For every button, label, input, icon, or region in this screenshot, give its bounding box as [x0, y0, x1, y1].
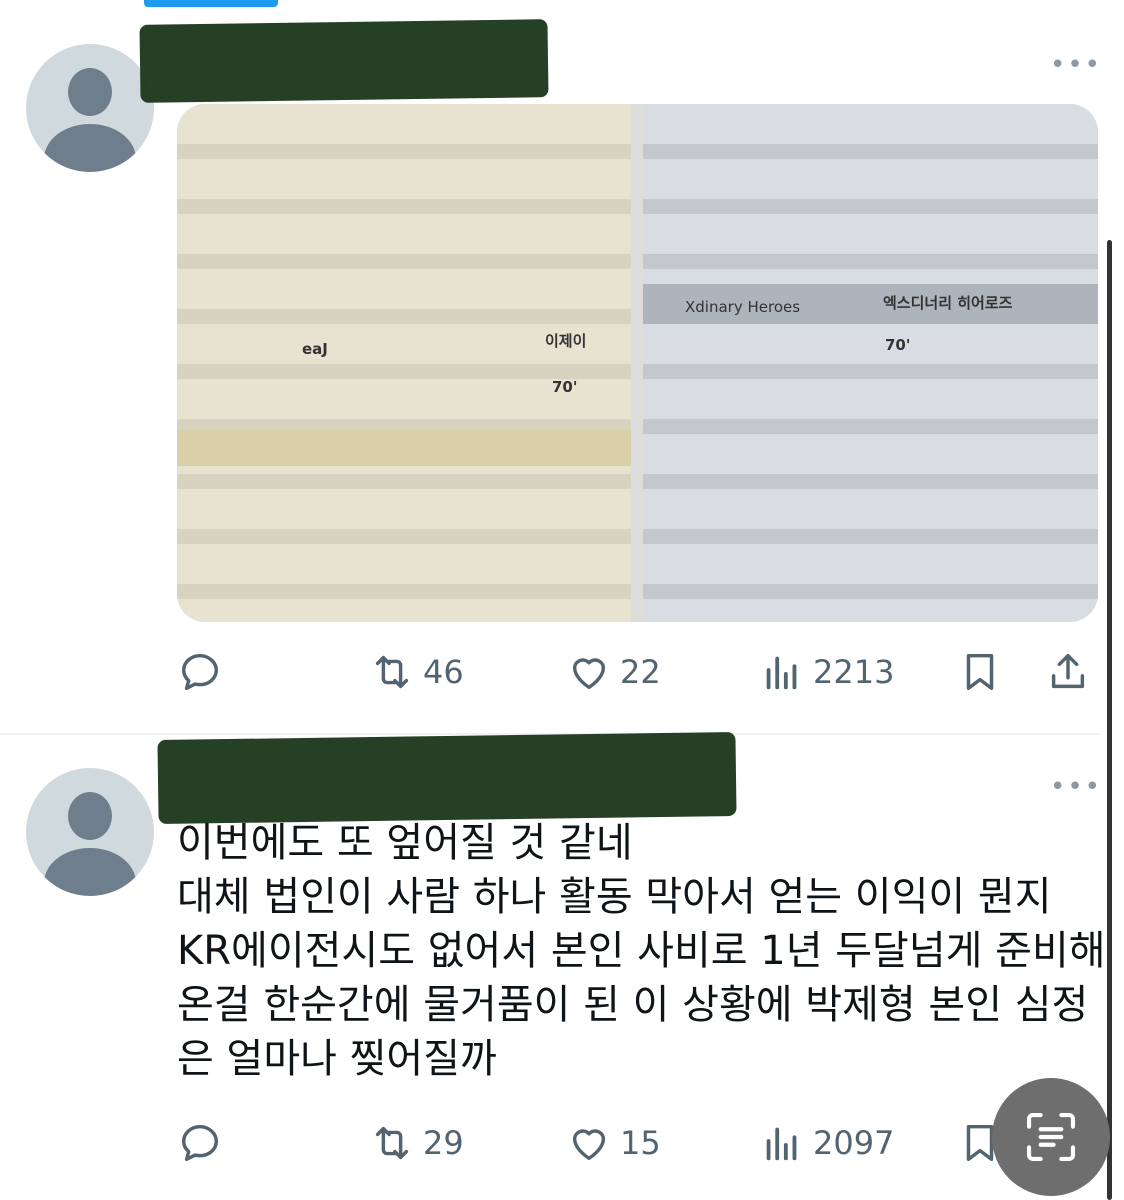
like-count: 15	[620, 1124, 661, 1162]
media-photo-right[interactable]: Xdinary Heroes 엑스디너리 히어로즈 70'	[643, 104, 1098, 622]
tweet-text: 이번에도 또 엎어질 것 같네 대체 법인이 사람 하나 활동 막아서 얻는 이…	[177, 816, 1106, 1086]
avatar[interactable]	[26, 768, 154, 896]
more-options-icon[interactable]: •••	[1050, 50, 1102, 80]
text-scan-button[interactable]	[992, 1078, 1110, 1196]
reply-icon	[177, 649, 223, 695]
like-icon	[566, 649, 612, 695]
photo-row-number: 70'	[885, 336, 911, 354]
redacted-username	[157, 731, 737, 825]
retweet-icon	[369, 649, 415, 695]
views-icon	[759, 649, 805, 695]
share-button[interactable]	[1045, 647, 1091, 697]
retweet-icon	[369, 1120, 415, 1166]
bookmark-icon	[957, 649, 1003, 695]
action-bar: 46 22 2213	[177, 647, 1097, 697]
bookmark-button[interactable]	[957, 647, 1003, 697]
media-photo-left[interactable]: eaJ 이제이 70'	[177, 104, 631, 622]
like-button[interactable]: 15	[566, 1118, 661, 1168]
photo-row-label: Xdinary Heroes	[685, 298, 801, 316]
retweet-button[interactable]: 46	[369, 647, 464, 697]
reply-button[interactable]	[177, 1118, 223, 1168]
like-button[interactable]: 22	[566, 647, 661, 697]
share-icon	[1045, 649, 1091, 695]
scrollbar[interactable]	[1107, 240, 1112, 1200]
tweet-text-line: 대체 법인이 사람 하나 활동 막아서 얻는 이익이 뭔지	[177, 874, 1052, 920]
text-scan-icon	[1026, 1112, 1076, 1162]
retweet-button[interactable]: 29	[369, 1118, 464, 1168]
views-button[interactable]: 2213	[759, 647, 894, 697]
redacted-username	[139, 19, 549, 103]
views-count: 2097	[813, 1124, 895, 1162]
avatar[interactable]	[26, 44, 154, 172]
tweet-text-line: KR에이전시도 없어서 본인 사비로 1년 두달넘게 준비해	[177, 928, 1106, 974]
reply-button[interactable]	[177, 647, 223, 697]
photo-row-label: eaJ	[302, 340, 328, 358]
like-icon	[566, 1120, 612, 1166]
retweet-count: 29	[423, 1124, 464, 1162]
photo-row-number: 70'	[552, 378, 578, 396]
photo-row-value: 엑스디너리 히어로즈	[883, 294, 1013, 312]
photo-row-value: 이제이	[545, 332, 587, 350]
tweet-text-line: 온걸 한순간에 물거품이 된 이 상황에 박제형 본인 심정	[177, 982, 1089, 1028]
action-bar: 29 15 2097	[177, 1118, 1097, 1168]
retweet-count: 46	[423, 653, 464, 691]
reply-icon	[177, 1120, 223, 1166]
tab-indicator	[144, 0, 278, 7]
views-button[interactable]: 2097	[759, 1118, 894, 1168]
tweet-text-line: 이번에도 또 엎어질 것 같네	[177, 820, 633, 866]
tweet-media[interactable]: eaJ 이제이 70' Xdinary Heroes 엑스디너리 히어로즈 70…	[177, 104, 1098, 622]
more-options-icon[interactable]: •••	[1050, 772, 1102, 802]
like-count: 22	[620, 653, 661, 691]
views-icon	[759, 1120, 805, 1166]
tweet-text-line: 은 얼마나 찢어질까	[177, 1036, 497, 1082]
views-count: 2213	[813, 653, 895, 691]
